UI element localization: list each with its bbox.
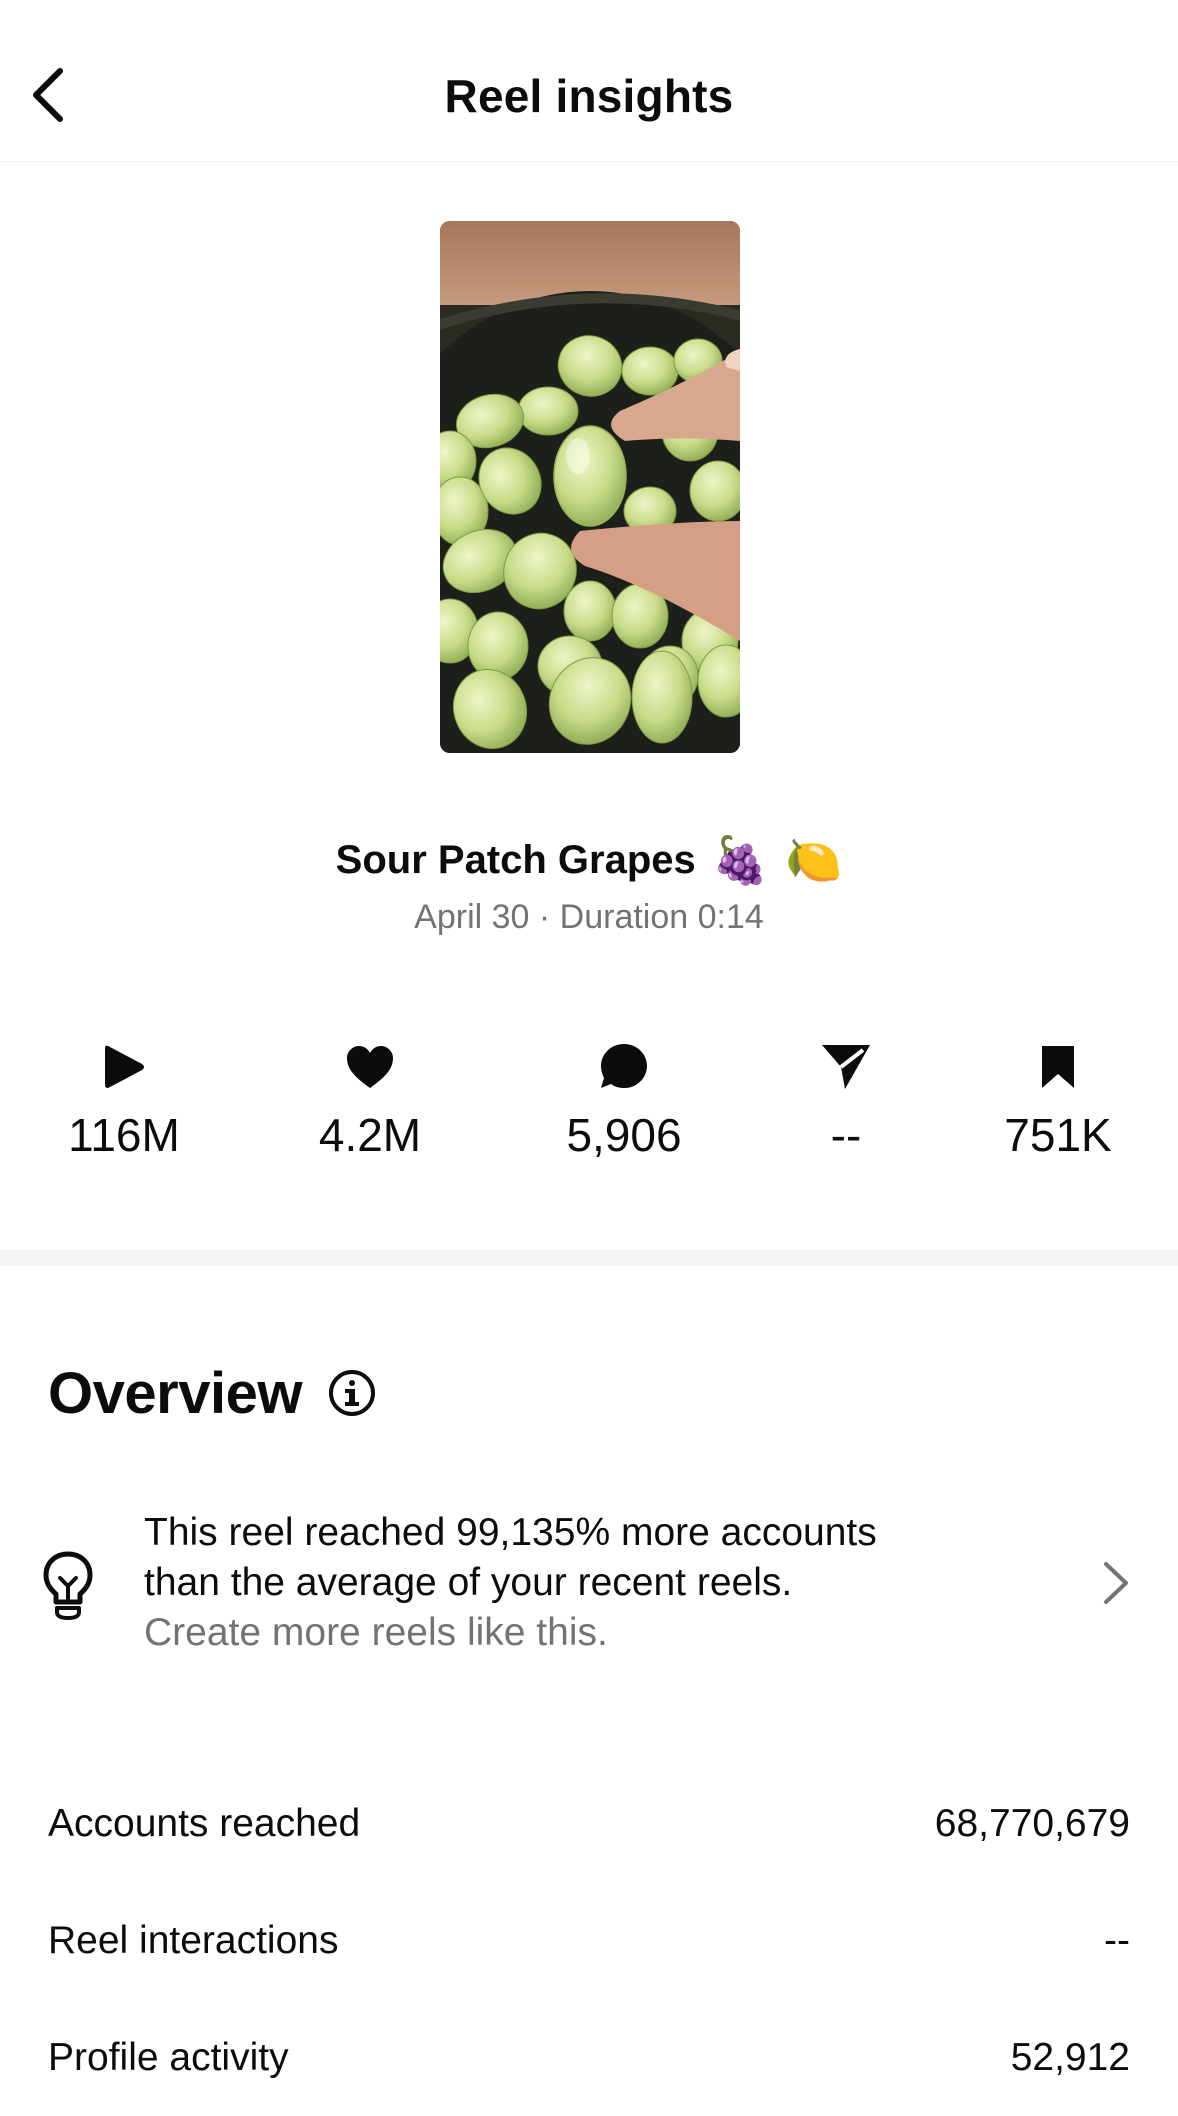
tip-line-1: This reel reached 99,135% more accounts — [144, 1511, 877, 1554]
tip-text: This reel reached 99,135% more accounts … — [144, 1508, 877, 1658]
header: Reel insights — [0, 0, 1178, 162]
lemon-emoji: 🍋 — [785, 833, 843, 886]
grapes-image — [440, 221, 740, 753]
row-label: Profile activity — [48, 2036, 289, 2079]
overview-header: Overview — [48, 1356, 376, 1430]
reel-thumbnail[interactable] — [440, 221, 740, 753]
tip-cta[interactable]: Create more reels like this. — [144, 1608, 877, 1658]
chevron-right-icon — [1104, 1562, 1128, 1604]
stat-plays: 116M — [24, 1036, 224, 1166]
row-profile-activity[interactable]: Profile activity 52,912 — [0, 2006, 1178, 2116]
stat-shares: -- — [746, 1036, 946, 1166]
reel-subtitle: April 30 · Duration 0:14 — [414, 898, 764, 936]
info-icon[interactable] — [328, 1369, 376, 1417]
stat-value: 5,906 — [566, 1109, 682, 1161]
stat-comments: 5,906 — [524, 1036, 724, 1166]
page-title: Reel insights — [444, 70, 734, 122]
reel-title: Sour Patch Grapes — [335, 837, 696, 882]
share-icon — [822, 1045, 870, 1089]
comment-icon — [601, 1044, 647, 1088]
stat-value: 751K — [1004, 1109, 1112, 1161]
stat-likes: 4.2M — [270, 1036, 470, 1166]
row-value: -- — [1104, 1919, 1130, 1962]
stat-value: -- — [830, 1109, 862, 1161]
row-reel-interactions[interactable]: Reel interactions -- — [0, 1889, 1178, 1999]
tip-line-2: than the average of your recent reels. — [144, 1561, 793, 1604]
row-value: 68,770,679 — [934, 1802, 1130, 1845]
row-accounts-reached[interactable]: Accounts reached 68,770,679 — [0, 1772, 1178, 1882]
stats-row: 116M 4.2M 5,906 -- 751K — [0, 1036, 1178, 1166]
play-icon — [105, 1045, 144, 1088]
overview-title: Overview — [48, 1360, 302, 1426]
row-label: Accounts reached — [48, 1802, 361, 1845]
stat-saves: 751K — [958, 1036, 1158, 1166]
bookmark-icon — [1042, 1046, 1074, 1088]
lightbulb-icon — [43, 1551, 93, 1620]
stat-value: 116M — [68, 1109, 180, 1161]
grapes-emoji: 🍇 — [711, 833, 770, 886]
heart-icon — [347, 1046, 393, 1088]
stat-value: 4.2M — [318, 1109, 422, 1161]
reel-title-row: Sour Patch Grapes 🍇 🍋 — [0, 828, 1178, 892]
reach-tip-card[interactable]: This reel reached 99,135% more accounts … — [0, 1504, 1178, 1664]
section-divider — [0, 1250, 1178, 1266]
row-label: Reel interactions — [48, 1919, 339, 1962]
row-value: 52,912 — [1010, 2036, 1130, 2079]
